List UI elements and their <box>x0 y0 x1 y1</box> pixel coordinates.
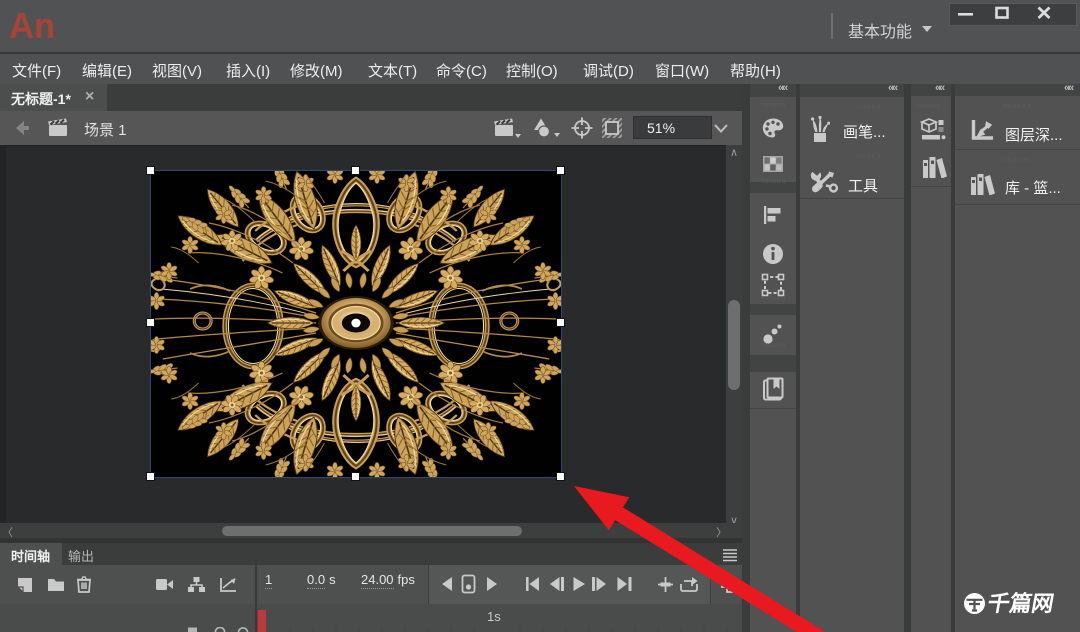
svg-text:千篇网: 千篇网 <box>986 591 1056 616</box>
